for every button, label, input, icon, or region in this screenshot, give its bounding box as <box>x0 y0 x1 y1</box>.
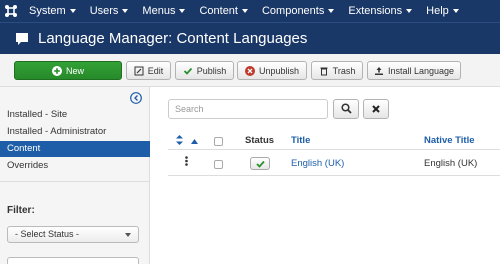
sidebar-item-installed-site[interactable]: Installed - Site <box>0 107 150 123</box>
caret-down-icon <box>122 9 129 13</box>
column-header-title[interactable]: Title <box>291 135 310 146</box>
nav-menu-components[interactable]: Components <box>255 0 341 22</box>
sidebar: Installed - Site Installed - Administrat… <box>0 87 150 264</box>
status-select-value: - Select Status - <box>15 229 80 239</box>
unpublish-button-label: Unpublish <box>258 65 300 76</box>
nav-menu-users[interactable]: Users <box>83 0 136 22</box>
search-button[interactable] <box>333 99 359 119</box>
column-header-status[interactable]: Status <box>245 135 274 146</box>
nav-menu-label: System <box>29 5 66 17</box>
unpublish-button[interactable]: Unpublish <box>237 61 307 80</box>
page-header: Language Manager: Content Languages <box>0 22 500 54</box>
row-checkbox[interactable] <box>214 160 223 169</box>
filter-label: Filter: <box>7 205 35 216</box>
page-title: Language Manager: Content Languages <box>38 30 308 47</box>
edit-button[interactable]: Edit <box>126 61 171 80</box>
toolbar: New Edit Publish Unpublish Trash Install… <box>0 54 500 87</box>
clear-search-button[interactable] <box>363 99 389 119</box>
sort-ordering-icon[interactable] <box>176 135 183 148</box>
table-row: English (UK) English (UK) <box>168 150 500 176</box>
caret-down-icon <box>125 233 131 237</box>
top-nav: System Users Menus Content Components Ex… <box>0 0 500 22</box>
published-status-button[interactable] <box>250 157 270 170</box>
caret-down-icon <box>452 9 459 13</box>
new-button-label: New <box>65 65 84 76</box>
search-icon <box>340 102 352 117</box>
publish-button[interactable]: Publish <box>175 61 234 80</box>
check-icon <box>183 66 193 76</box>
secondary-select[interactable] <box>7 257 139 264</box>
edit-icon <box>134 66 144 76</box>
close-icon <box>371 102 381 117</box>
sidebar-divider <box>0 181 150 182</box>
sidebar-item-content[interactable]: Content <box>0 141 150 157</box>
drag-handle-icon[interactable] <box>185 156 188 169</box>
nav-menu-menus[interactable]: Menus <box>135 0 192 22</box>
upload-icon <box>374 66 384 76</box>
caret-down-icon <box>179 9 186 13</box>
status-select[interactable]: - Select Status - <box>7 226 139 243</box>
caret-down-icon <box>406 9 413 13</box>
nav-menu-label: Components <box>261 5 325 17</box>
nav-menu-label: Menus <box>142 5 176 17</box>
comment-icon <box>16 32 28 45</box>
install-language-button-label: Install Language <box>387 65 455 76</box>
nav-menu-content[interactable]: Content <box>192 0 255 22</box>
new-button[interactable]: New <box>14 61 122 80</box>
select-all-checkbox[interactable] <box>214 137 223 146</box>
nav-menu-label: Content <box>199 5 238 17</box>
joomla-logo-icon[interactable] <box>0 0 22 22</box>
nav-menu-label: Extensions <box>348 5 403 17</box>
caret-down-icon <box>241 9 248 13</box>
install-language-button[interactable]: Install Language <box>367 61 461 80</box>
edit-button-label: Edit <box>147 65 164 76</box>
row-title-link[interactable]: English (UK) <box>291 158 344 169</box>
nav-menu-extensions[interactable]: Extensions <box>341 0 419 22</box>
caret-down-icon <box>328 9 335 13</box>
sidebar-item-installed-administrator[interactable]: Installed - Administrator <box>0 124 150 140</box>
row-native-title: English (UK) <box>424 158 478 169</box>
nav-menu-label: Users <box>89 5 119 17</box>
search-input[interactable] <box>168 99 328 119</box>
times-circle-icon <box>244 65 255 76</box>
nav-menu-system[interactable]: System <box>22 0 83 22</box>
sidebar-item-overrides[interactable]: Overrides <box>0 158 150 174</box>
trash-button-label: Trash <box>332 65 356 76</box>
caret-down-icon <box>69 9 76 13</box>
trash-icon <box>319 66 329 76</box>
publish-button-label: Publish <box>196 65 227 76</box>
trash-button[interactable]: Trash <box>311 61 363 80</box>
check-icon <box>255 156 265 171</box>
table-header: Status Title Native Title <box>168 133 500 150</box>
sort-ascending-icon[interactable] <box>191 136 198 147</box>
nav-menu-help[interactable]: Help <box>419 0 466 22</box>
column-header-native-title[interactable]: Native Title <box>424 135 475 146</box>
plus-circle-icon <box>51 65 62 76</box>
collapse-sidebar-icon[interactable] <box>130 92 142 104</box>
nav-menu-label: Help <box>426 5 449 17</box>
